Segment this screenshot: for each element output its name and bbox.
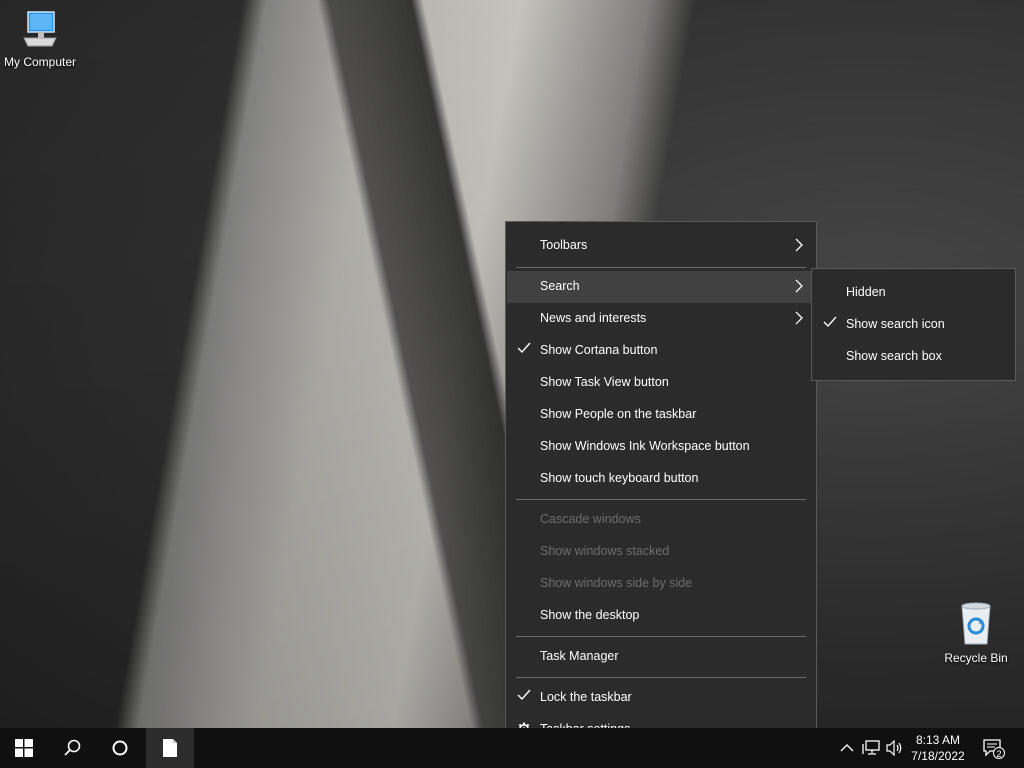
menu-item-label: Lock the taskbar	[540, 690, 632, 704]
menu-separator	[516, 636, 806, 637]
menu-item-show-windows-side-by-side: Show windows side by side	[507, 568, 815, 600]
menu-item-show-the-desktop[interactable]: Show the desktop	[507, 600, 815, 632]
menu-item-label: Show search icon	[846, 317, 945, 331]
chevron-right-icon	[795, 311, 803, 325]
menu-item-label: Show touch keyboard button	[540, 471, 699, 485]
volume-button[interactable]	[884, 728, 906, 768]
desktop-icon-label: Recycle Bin	[944, 651, 1008, 665]
menu-item-show-cortana-button[interactable]: Show Cortana button	[507, 335, 815, 367]
search-submenu: Hidden Show search icon Show search box	[811, 268, 1016, 381]
menu-item-show-windows-stacked: Show windows stacked	[507, 536, 815, 568]
search-icon	[64, 739, 81, 756]
menu-item-show-task-view-button[interactable]: Show Task View button	[507, 367, 815, 399]
menu-item-show-ink-workspace[interactable]: Show Windows Ink Workspace button	[507, 431, 815, 463]
taskbar-context-menu: Toolbars Search News and interests Show …	[505, 221, 817, 755]
cortana-icon	[112, 740, 128, 756]
menu-item-search[interactable]: Search	[507, 271, 815, 303]
menu-item-label: Show the desktop	[540, 608, 640, 622]
clock-date: 7/18/2022	[911, 749, 965, 763]
submenu-item-hidden[interactable]: Hidden	[813, 277, 1016, 309]
menu-item-lock-the-taskbar[interactable]: Lock the taskbar	[507, 682, 815, 714]
recycle-bin-icon	[936, 600, 1016, 651]
menu-separator	[516, 267, 806, 268]
checkmark-icon	[823, 316, 837, 328]
taskbar[interactable]: 8:13 AM 7/18/2022 2	[0, 728, 1024, 768]
menu-item-label: Cascade windows	[540, 512, 641, 526]
computer-icon	[0, 8, 80, 55]
submenu-item-show-search-icon[interactable]: Show search icon	[813, 309, 1016, 341]
chevron-right-icon	[795, 279, 803, 293]
menu-item-show-people[interactable]: Show People on the taskbar	[507, 399, 815, 431]
taskbar-clock[interactable]: 8:13 AM 7/18/2022	[906, 732, 970, 764]
menu-item-label: Show windows stacked	[540, 544, 670, 558]
menu-item-label: Show search box	[846, 349, 942, 363]
menu-item-label: Show People on the taskbar	[540, 407, 697, 421]
start-button[interactable]	[0, 728, 48, 768]
menu-item-show-touch-keyboard[interactable]: Show touch keyboard button	[507, 463, 815, 495]
action-center-button[interactable]: 2	[980, 728, 1010, 768]
chevron-right-icon	[795, 238, 803, 252]
desktop-icon-recycle-bin[interactable]: Recycle Bin	[936, 600, 1016, 665]
submenu-item-show-search-box[interactable]: Show search box	[813, 341, 1016, 373]
menu-item-label: Show Windows Ink Workspace button	[540, 439, 750, 453]
speaker-icon	[886, 740, 902, 756]
clock-time: 8:13 AM	[915, 733, 961, 747]
chevron-up-icon	[840, 744, 854, 752]
menu-separator	[516, 499, 806, 500]
menu-item-label: Search	[540, 279, 580, 293]
menu-item-label: Hidden	[846, 285, 886, 299]
menu-item-task-manager[interactable]: Task Manager	[507, 641, 815, 673]
menu-separator	[516, 677, 806, 678]
taskbar-app-file[interactable]	[146, 728, 194, 768]
menu-item-toolbars[interactable]: Toolbars	[507, 230, 815, 262]
menu-item-news-and-interests[interactable]: News and interests	[507, 303, 815, 335]
menu-item-label: Show Task View button	[540, 375, 669, 389]
menu-item-label: News and interests	[540, 311, 647, 325]
menu-item-label: Toolbars	[540, 238, 588, 252]
checkmark-icon	[517, 689, 531, 701]
network-icon	[862, 740, 880, 755]
search-button[interactable]	[48, 728, 96, 768]
menu-item-label: Task Manager	[540, 649, 619, 663]
menu-item-cascade-windows: Cascade windows	[507, 504, 815, 536]
desktop-icon-my-computer[interactable]: My Computer	[0, 8, 80, 69]
file-icon	[163, 739, 177, 757]
checkmark-icon	[517, 342, 531, 354]
network-button[interactable]	[860, 728, 882, 768]
windows-logo-icon	[15, 739, 33, 757]
menu-item-label: Show Cortana button	[540, 343, 658, 357]
cortana-button[interactable]	[96, 728, 144, 768]
notification-count-badge: 2	[996, 749, 1002, 759]
desktop-icon-label: My Computer	[3, 55, 77, 69]
show-hidden-icons-button[interactable]	[838, 728, 856, 768]
menu-item-label: Show windows side by side	[540, 576, 693, 590]
